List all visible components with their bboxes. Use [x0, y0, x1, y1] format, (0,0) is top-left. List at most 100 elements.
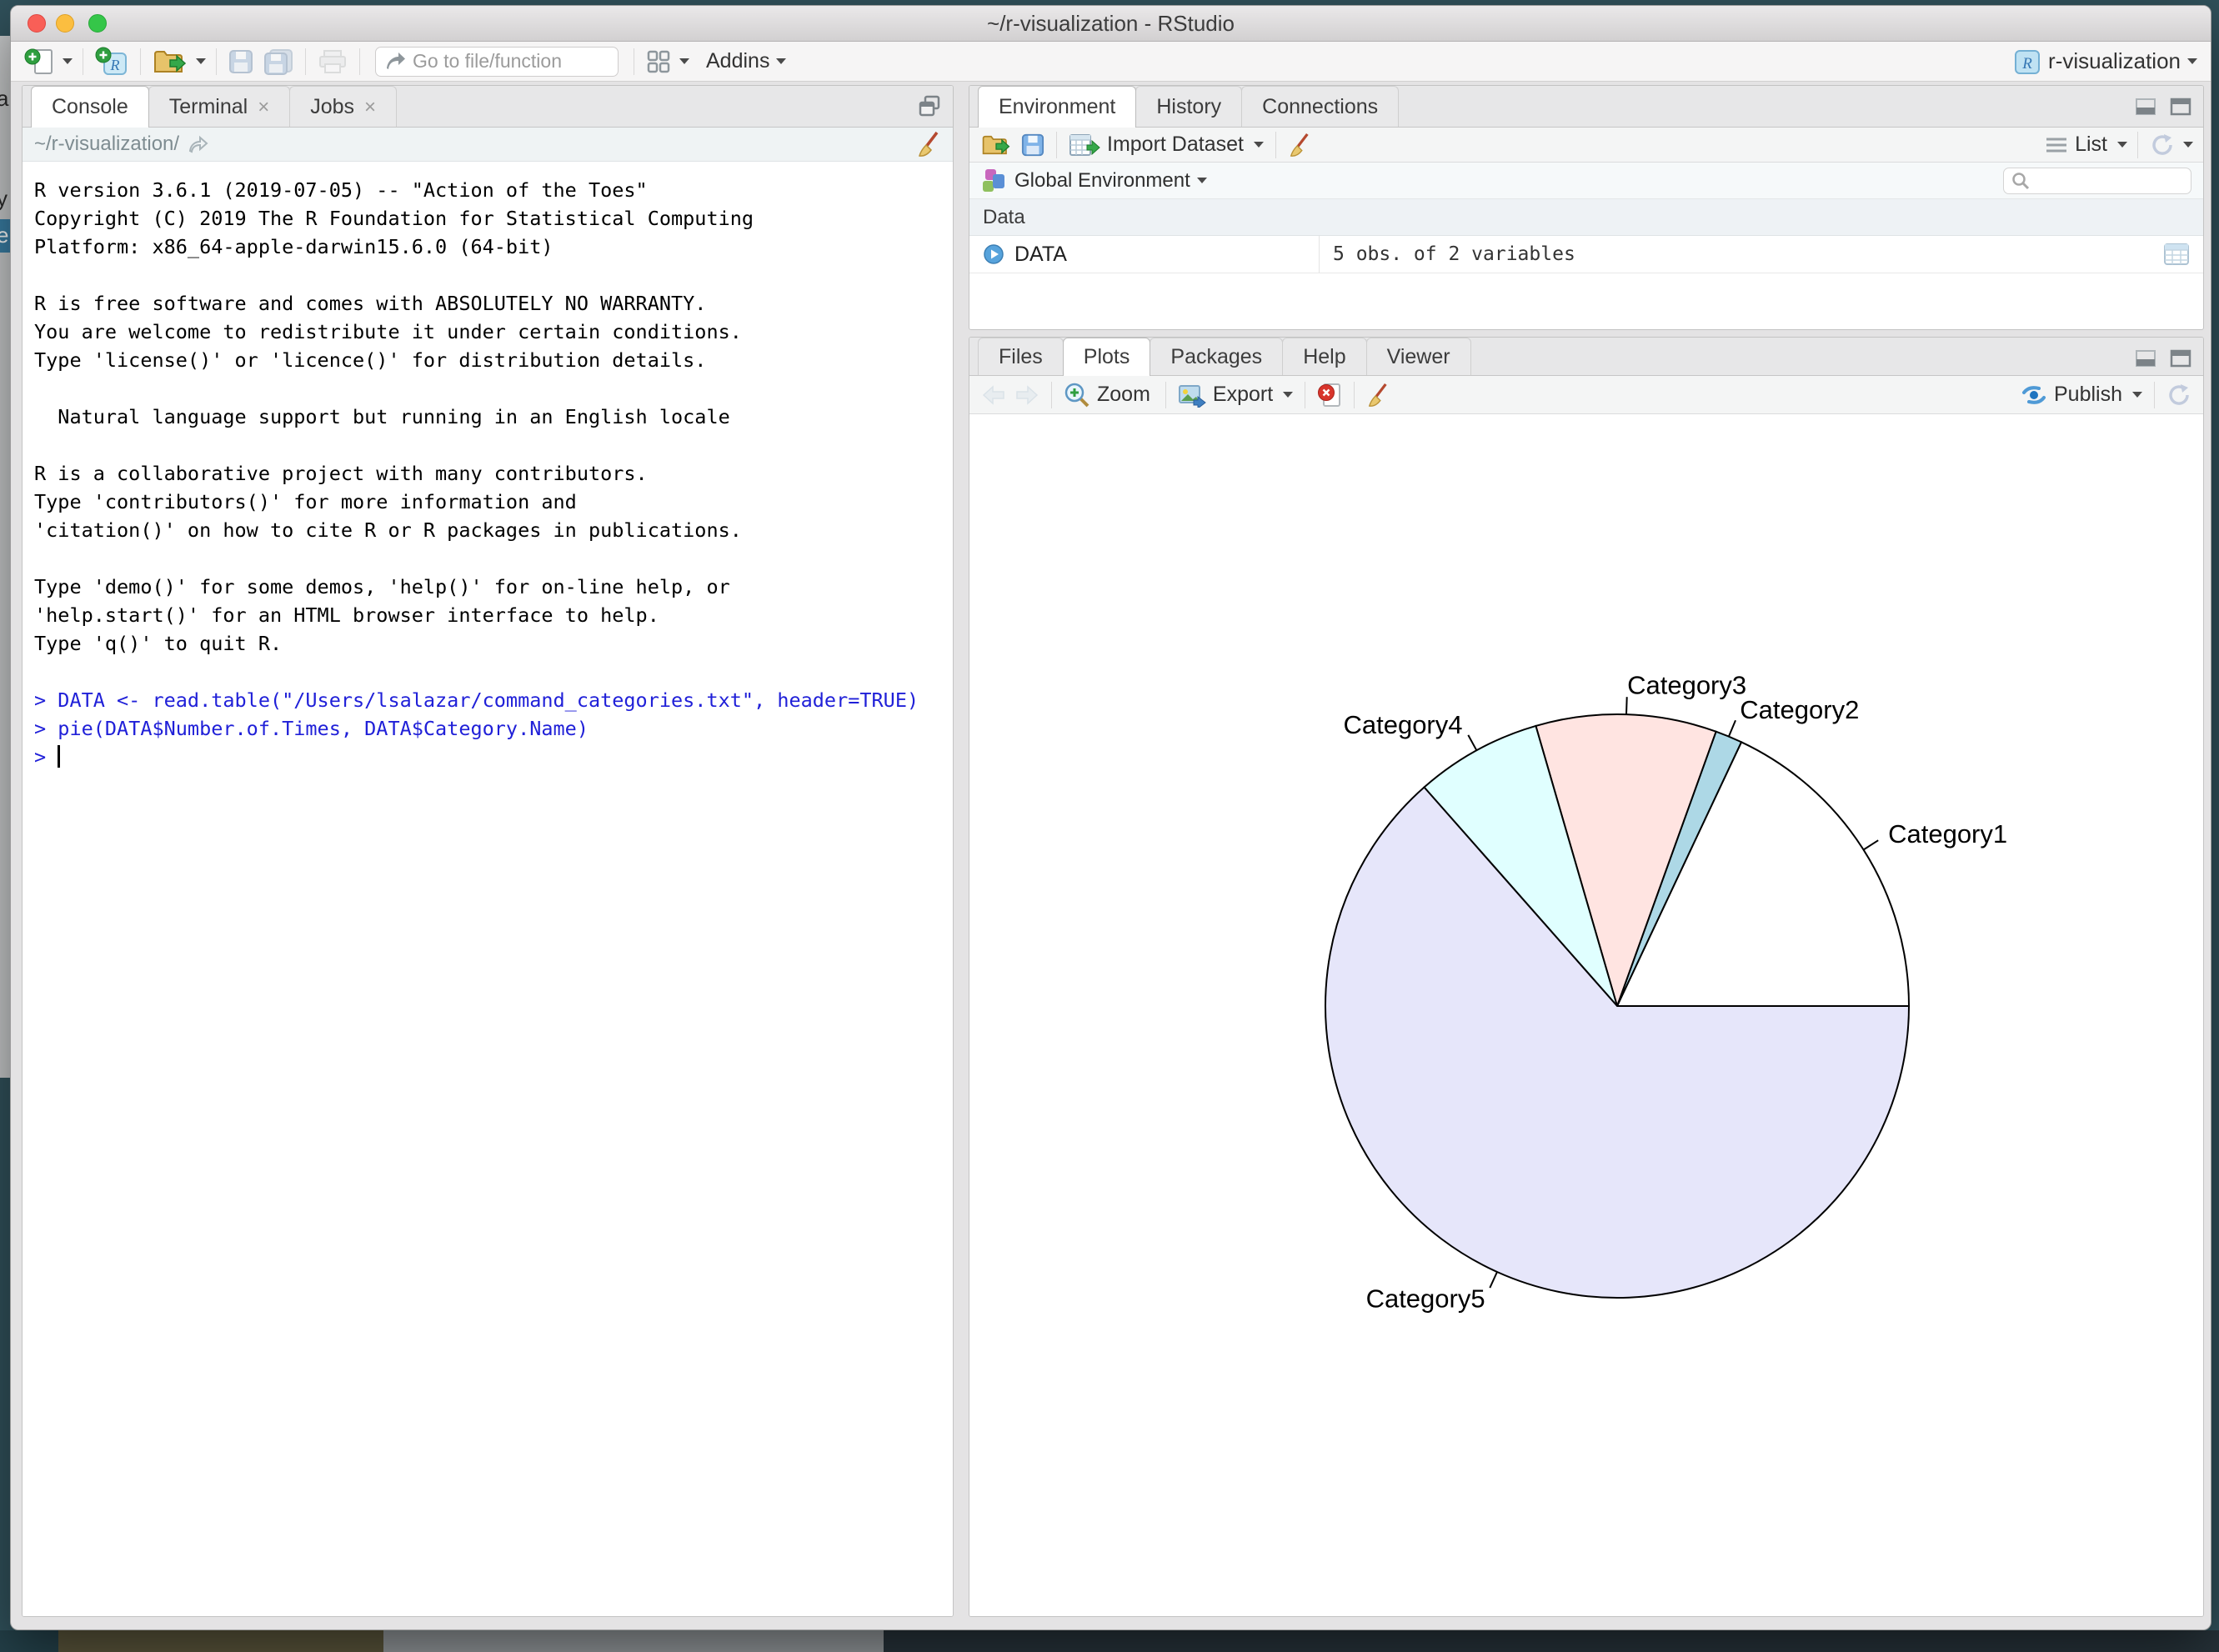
object-summary: 5 obs. of 2 variables	[1333, 243, 1575, 265]
broom-icon	[916, 130, 941, 158]
console-output-area[interactable]: R version 3.6.1 (2019-07-05) -- "Action …	[23, 163, 953, 1616]
tab-environment[interactable]: Environment	[978, 86, 1136, 128]
next-plot-button[interactable]	[1013, 383, 1041, 408]
view-mode-button[interactable]: List	[2075, 133, 2107, 157]
export-plot-button[interactable]: Export	[1176, 381, 1295, 409]
tab-viewer[interactable]: Viewer	[1366, 338, 1471, 375]
environment-search-input[interactable]	[2036, 170, 2184, 192]
maximize-pane-icon	[2170, 349, 2191, 368]
toolbar-separator	[2137, 132, 2138, 158]
panes-layout-dropdown-caret[interactable]	[679, 58, 689, 64]
addins-dropdown-caret[interactable]	[776, 58, 786, 64]
minimize-pane-icon	[2135, 98, 2156, 116]
publish-button[interactable]: Publish	[2019, 381, 2144, 408]
maximize-pane-button[interactable]	[2168, 348, 2193, 369]
maximize-pane-button[interactable]	[2168, 96, 2193, 118]
goto-file-function-input[interactable]	[413, 50, 609, 73]
environment-object-row[interactable]: DATA 5 obs. of 2 variables	[969, 236, 2203, 273]
tab-terminal-label: Terminal	[169, 87, 248, 128]
clear-console-button[interactable]	[914, 128, 943, 160]
save-button[interactable]	[227, 48, 255, 76]
broom-icon	[1366, 382, 1390, 408]
tab-history[interactable]: History	[1135, 86, 1242, 127]
save-all-icon	[263, 48, 293, 75]
new-project-icon: R	[95, 47, 128, 77]
console-output-line: Type 'q()' to quit R.	[34, 629, 953, 658]
tab-packages[interactable]: Packages	[1150, 338, 1283, 375]
clear-all-plots-button[interactable]	[1365, 380, 1391, 410]
toolbar-separator	[140, 48, 141, 75]
console-output-line	[34, 261, 953, 289]
main-toolbar: R	[11, 42, 2211, 82]
background-text-fragment: a	[0, 86, 8, 112]
save-disk-icon	[1021, 133, 1044, 157]
publish-dropdown-caret[interactable]	[2132, 392, 2142, 398]
clear-environment-button[interactable]	[1286, 130, 1313, 160]
open-recent-dropdown-caret[interactable]	[196, 58, 206, 64]
tab-jobs[interactable]: Jobs	[289, 86, 397, 127]
tab-terminal[interactable]: Terminal	[148, 86, 291, 127]
import-dataset-button[interactable]: Import Dataset	[1067, 130, 1265, 160]
toolbar-separator	[2154, 382, 2155, 408]
minimize-pane-button[interactable]	[2133, 348, 2158, 369]
console-input-line: > DATA <- read.table("/Users/lsalazar/co…	[34, 686, 953, 714]
expand-object-icon[interactable]	[983, 243, 1004, 265]
pie-label-Category3: Category3	[1627, 671, 1746, 700]
refresh-environment-button[interactable]	[2148, 131, 2176, 159]
remove-plot-button[interactable]	[1315, 380, 1344, 410]
addins-button[interactable]: Addins	[706, 49, 769, 73]
view-data-button[interactable]	[2161, 241, 2191, 268]
environment-tabbar: Environment History Connections	[969, 86, 2203, 128]
refresh-plot-button[interactable]	[2165, 381, 2193, 409]
close-tab-icon[interactable]	[364, 87, 376, 128]
close-tab-icon[interactable]	[258, 87, 269, 128]
refresh-dropdown-caret[interactable]	[2183, 142, 2193, 148]
export-label: Export	[1213, 383, 1273, 407]
zoom-magnifier-icon	[1064, 382, 1090, 408]
tab-plots[interactable]: Plots	[1063, 338, 1151, 376]
scope-selector[interactable]: Global Environment	[1014, 169, 1190, 193]
pie-label-tick	[1729, 720, 1736, 736]
tab-console[interactable]: Console	[31, 86, 149, 128]
import-dataset-caret[interactable]	[1254, 142, 1264, 148]
export-dropdown-caret[interactable]	[1283, 392, 1293, 398]
print-button[interactable]	[316, 48, 349, 76]
view-mode-caret[interactable]	[2117, 142, 2127, 148]
console-pane: Console Terminal Jobs	[22, 85, 954, 1617]
publish-label: Publish	[2054, 383, 2122, 407]
new-project-button[interactable]: R	[93, 45, 130, 78]
goto-arrow-icon	[384, 52, 406, 72]
previous-plot-button[interactable]	[979, 383, 1008, 408]
save-workspace-button[interactable]	[1019, 132, 1046, 158]
tab-help-label: Help	[1303, 338, 1345, 376]
open-file-button[interactable]	[151, 46, 189, 78]
scope-selector-caret[interactable]	[1197, 178, 1207, 183]
project-dropdown-caret[interactable]	[2187, 58, 2197, 64]
zoom-plot-button[interactable]: Zoom	[1062, 380, 1155, 410]
tab-packages-label: Packages	[1170, 338, 1262, 376]
environment-search-box	[2003, 168, 2191, 194]
save-all-button[interactable]	[262, 47, 295, 77]
publish-icon	[2021, 384, 2047, 406]
minimize-pane-icon	[2135, 349, 2156, 368]
maximize-console-pane-button[interactable]	[916, 93, 943, 120]
console-pathbar: ~/r-visualization/	[23, 128, 953, 162]
new-file-button[interactable]	[23, 46, 56, 78]
tab-connections[interactable]: Connections	[1241, 86, 1399, 127]
tab-files[interactable]: Files	[978, 338, 1064, 375]
import-dataset-icon	[1069, 132, 1100, 158]
tab-help[interactable]: Help	[1282, 338, 1366, 375]
console-output-line: R version 3.6.1 (2019-07-05) -- "Action …	[34, 176, 953, 204]
goto-file-function-box	[375, 47, 619, 77]
project-menu-button[interactable]: R r-visualization	[2011, 46, 2199, 78]
search-icon	[2011, 171, 2031, 191]
load-workspace-button[interactable]	[979, 131, 1013, 159]
export-image-icon	[1178, 383, 1206, 408]
pie-label-Category1: Category1	[1888, 819, 2007, 849]
toolbar-separator	[1275, 132, 1276, 158]
new-file-dropdown-caret[interactable]	[63, 58, 73, 64]
environment-toolbar: Import Dataset List	[969, 128, 2203, 163]
goto-directory-icon[interactable]	[188, 135, 209, 153]
minimize-pane-button[interactable]	[2133, 96, 2158, 118]
panes-layout-button[interactable]	[644, 48, 673, 76]
